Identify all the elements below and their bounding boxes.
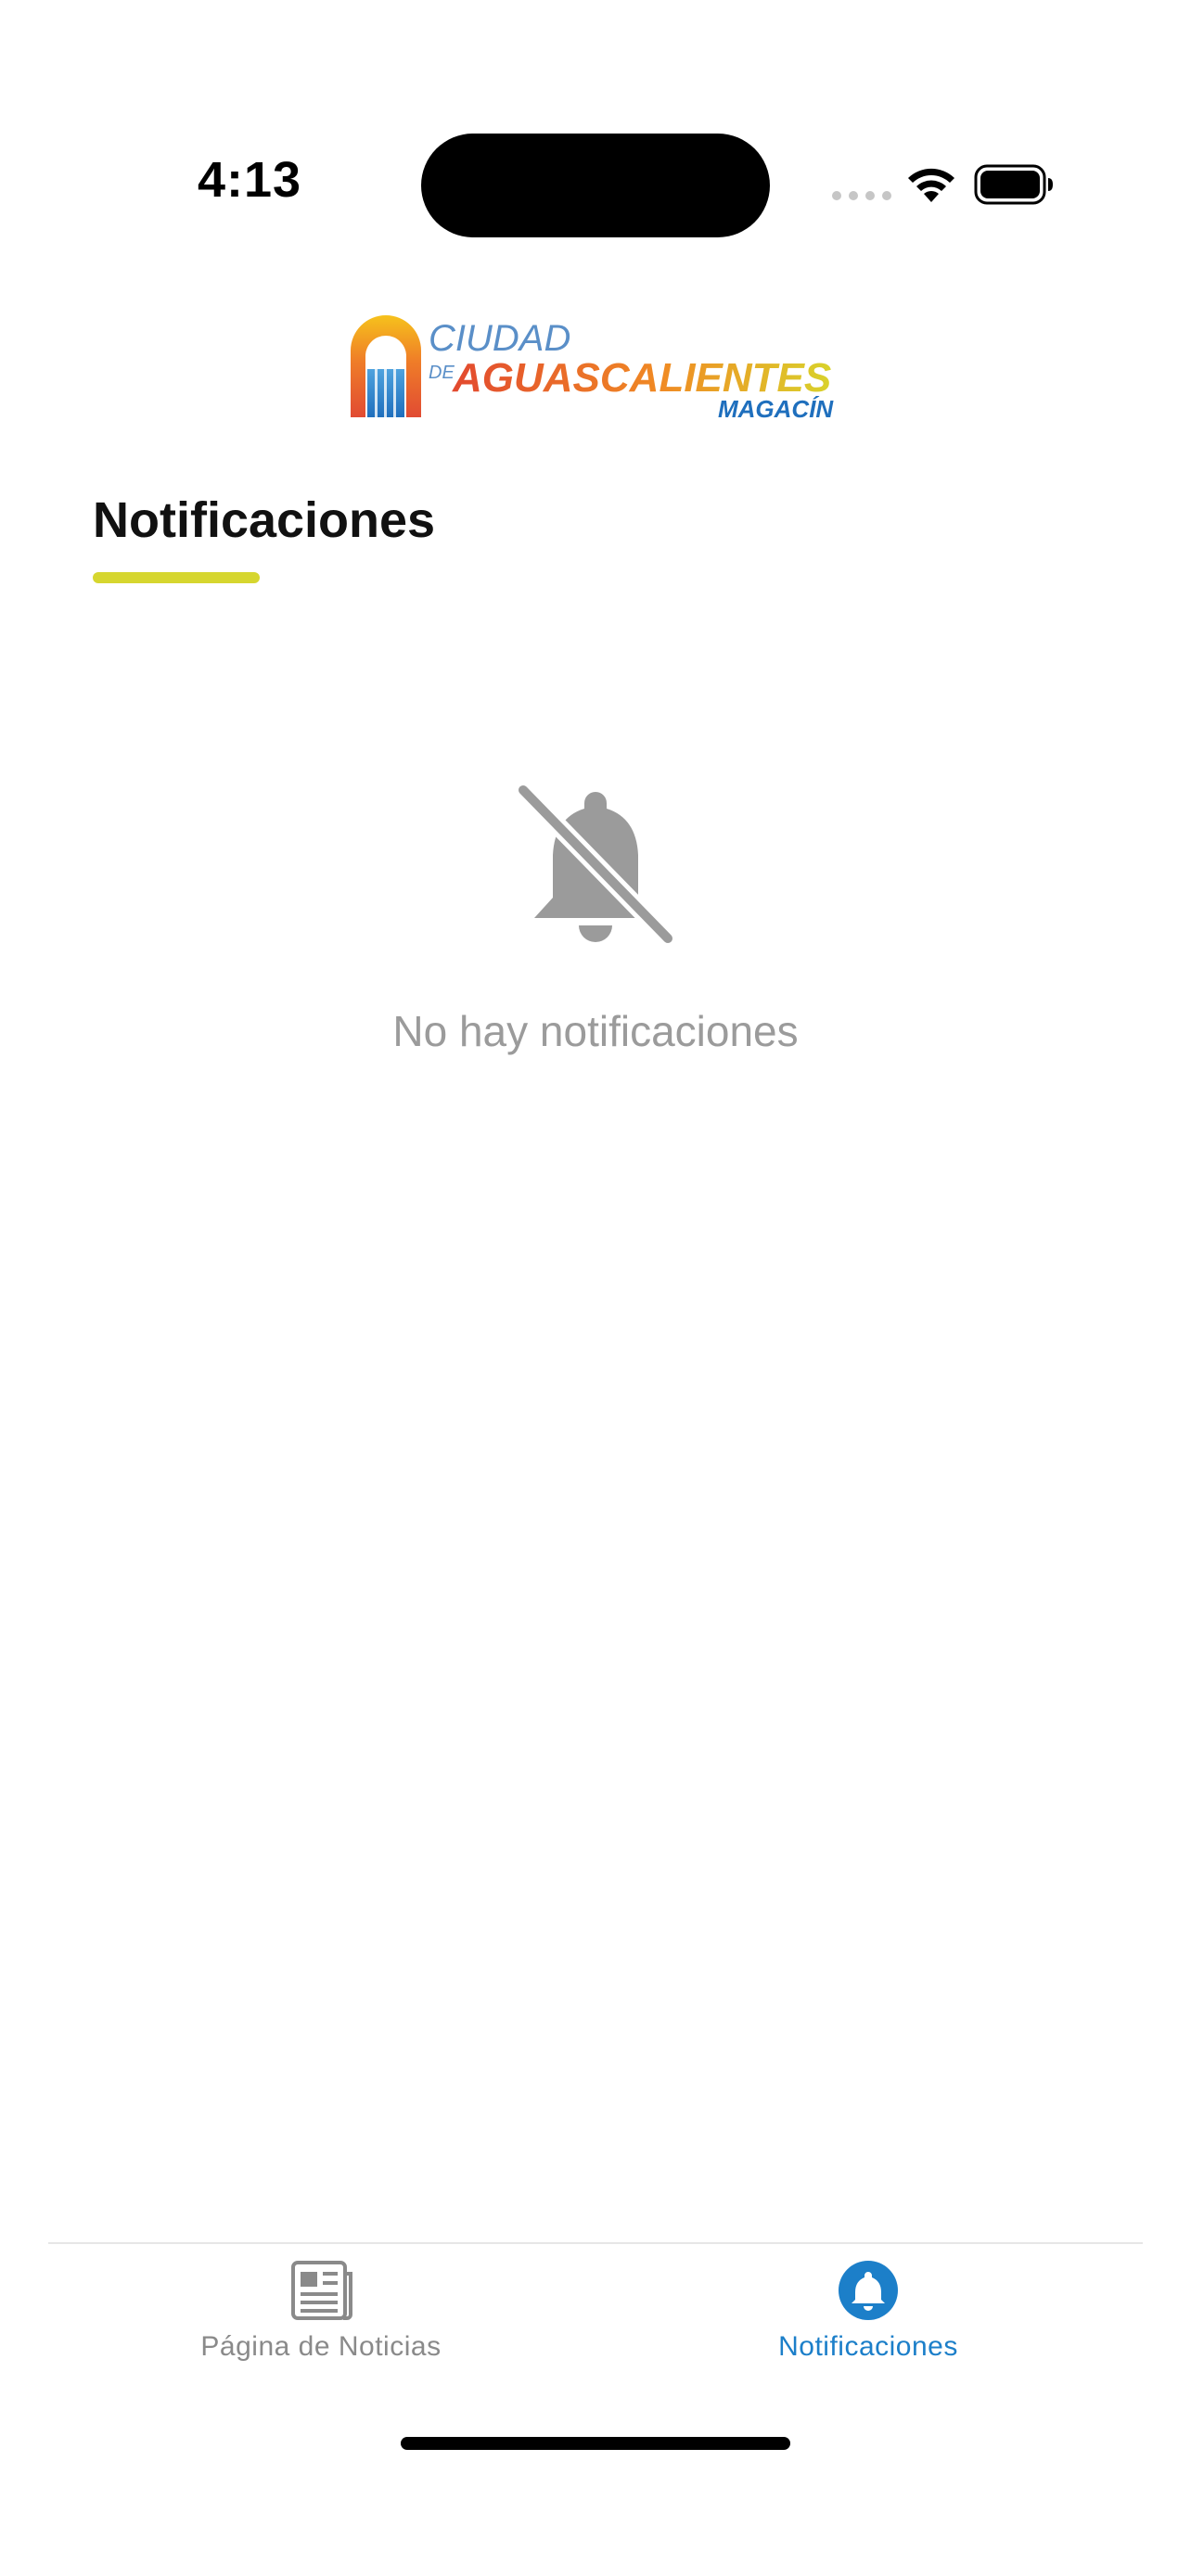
battery-icon xyxy=(974,164,1053,205)
bell-off-icon xyxy=(516,784,675,945)
tab-label: Página de Noticias xyxy=(200,2331,442,2362)
title-underline xyxy=(93,572,260,583)
tab-pagina-de-noticias[interactable]: Página de Noticias xyxy=(108,2257,534,2387)
newspaper-icon xyxy=(291,2261,352,2320)
logo-text-magacin: MAGACÍN xyxy=(718,395,834,421)
tab-bar-divider xyxy=(48,2242,1143,2244)
ciudad-aguascalientes-logo: CIUDAD DE AGUASCALIENTES MAGACÍN xyxy=(351,315,834,421)
status-time: 4:13 xyxy=(198,152,302,208)
tab-label: Notificaciones xyxy=(778,2331,958,2362)
tab-notificaciones[interactable]: Notificaciones xyxy=(655,2257,1082,2387)
logo-text-aguascalientes: AGUASCALIENTES xyxy=(452,355,831,401)
home-indicator[interactable] xyxy=(401,2437,790,2450)
wifi-icon xyxy=(908,168,954,202)
cellular-signal-icon xyxy=(832,191,891,200)
empty-state-message: No hay notificaciones xyxy=(392,1007,799,1055)
bell-icon xyxy=(839,2261,898,2320)
page-title: Notificaciones xyxy=(93,492,436,548)
logo-text-ciudad: CIUDAD xyxy=(429,318,570,359)
logo-text-de: DE xyxy=(429,363,455,383)
dynamic-island xyxy=(421,134,770,237)
